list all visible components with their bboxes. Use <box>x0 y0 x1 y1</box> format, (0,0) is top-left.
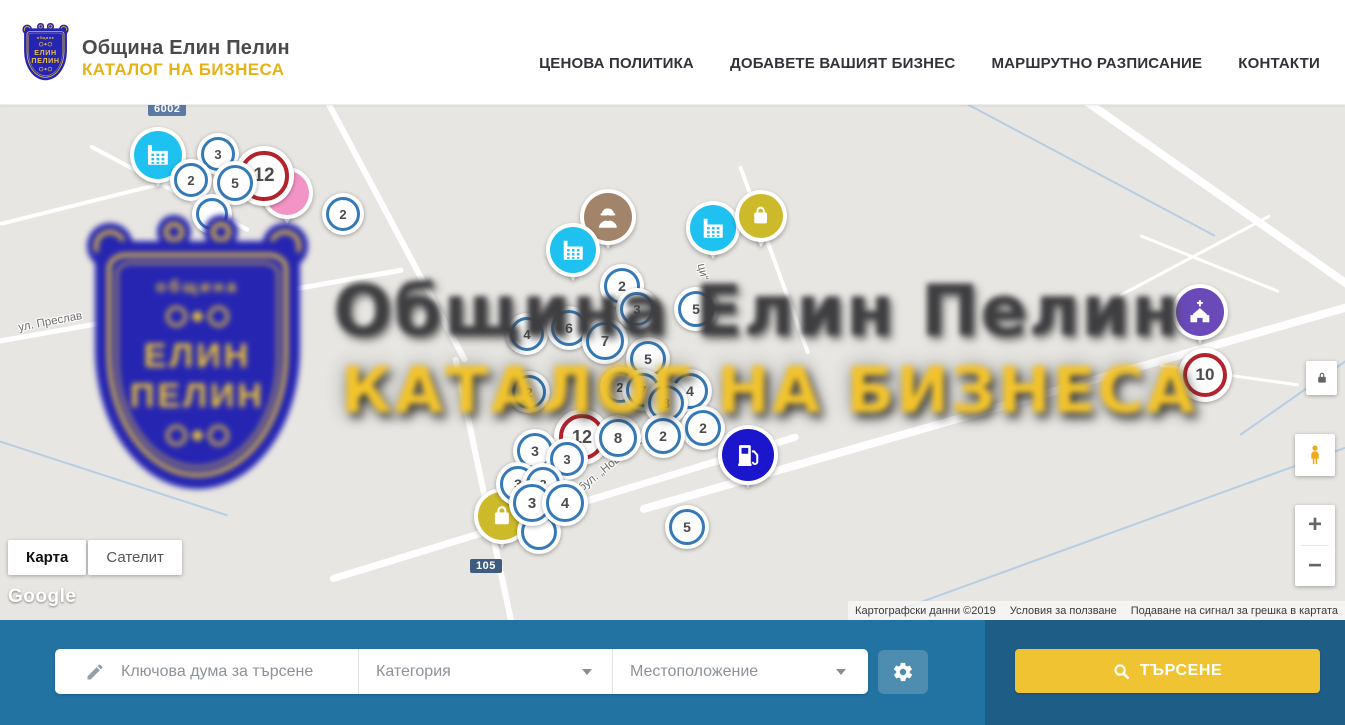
site-subtitle: КАТАЛОГ НА БИЗНЕСА <box>82 61 290 79</box>
chevron-down-icon <box>836 669 846 675</box>
map-cluster-marker[interactable]: 7 <box>582 318 628 364</box>
header: община ЕЛИН ПЕЛИН Община Е <box>0 0 1345 105</box>
gear-icon <box>892 661 914 683</box>
chevron-down-icon <box>582 669 592 675</box>
page: ул. Преслав бул. „Новоселци“ ци“ 6002 10… <box>0 0 1345 725</box>
map-attribution: Картографски данни ©2019 Условия за полз… <box>848 601 1345 620</box>
map-pin-bag[interactable] <box>738 193 784 239</box>
map-cluster-marker[interactable]: 2 <box>508 371 550 413</box>
logo-text: Община Елин Пелин КАТАЛОГ НА БИЗНЕСА <box>82 23 290 81</box>
map-cluster-marker[interactable]: 3 <box>616 288 658 330</box>
main-nav: ЦЕНОВА ПОЛИТИКА ДОБАВЕТЕ ВАШИЯТ БИЗНЕС М… <box>539 0 1320 104</box>
map-cluster-marker[interactable]: 5 <box>674 287 718 331</box>
map-pin-fuel[interactable] <box>721 428 775 482</box>
crest-name-line1: ЕЛИН <box>31 48 59 56</box>
map-type-map-button[interactable]: Карта <box>8 540 86 575</box>
map-pin-factory[interactable] <box>689 204 737 252</box>
search-button-label: ТЪРСЕНЕ <box>1140 662 1223 680</box>
advanced-search-button[interactable] <box>878 650 928 694</box>
map-cluster-marker[interactable]: 2 <box>681 406 725 450</box>
map-cluster-marker[interactable]: 10 <box>1178 348 1232 402</box>
location-select-value: Местоположение <box>630 663 758 681</box>
crest-name-line2: ПЕЛИН <box>31 57 59 65</box>
zoom-out-button[interactable]: − <box>1295 546 1335 586</box>
search-input[interactable] <box>119 662 358 682</box>
google-logo[interactable]: Google <box>8 586 76 608</box>
nav-item-add-business[interactable]: ДОБАВЕТЕ ВАШИЯТ БИЗНЕС <box>730 55 955 72</box>
site-logo[interactable]: община ЕЛИН ПЕЛИН Община Е <box>22 23 290 81</box>
nav-item-contacts[interactable]: КОНТАКТИ <box>1238 55 1320 72</box>
lock-icon <box>1315 371 1329 385</box>
map-cluster-marker[interactable]: 4 <box>506 313 548 355</box>
crest-top-text: община <box>37 36 54 40</box>
category-select-value: Категория <box>376 663 451 681</box>
map-cluster-marker[interactable]: 2 <box>641 414 685 458</box>
pencil-icon <box>85 662 105 682</box>
map-type-control: Карта Сателит <box>8 540 182 575</box>
nav-item-route-schedule[interactable]: МАРШРУТНО РАЗПИСАНИЕ <box>991 55 1202 72</box>
nav-item-pricing[interactable]: ЦЕНОВА ПОЛИТИКА <box>539 55 694 72</box>
site-title: Община Елин Пелин <box>82 38 290 59</box>
map-cluster-marker[interactable]: 5 <box>665 505 709 549</box>
map-markers: 32125223546752724822128333834510 <box>0 104 1345 620</box>
map-pin-factory[interactable] <box>549 226 597 274</box>
keyword-field[interactable] <box>55 649 358 694</box>
category-select[interactable]: Категория <box>359 649 612 694</box>
map-cluster-marker[interactable]: 4 <box>542 480 588 526</box>
google-map[interactable]: ул. Преслав бул. „Новоселци“ ци“ 6002 10… <box>0 104 1345 620</box>
location-select[interactable]: Местоположение <box>613 649 866 694</box>
logo-crest: община ЕЛИН ПЕЛИН <box>22 23 69 81</box>
map-cluster-marker[interactable] <box>192 194 232 234</box>
map-lock-button[interactable] <box>1306 361 1337 395</box>
map-pin-church[interactable] <box>1175 287 1225 337</box>
map-type-satellite-button[interactable]: Сателит <box>88 540 182 575</box>
search-fields: Категория Местоположение <box>55 649 868 694</box>
street-view-pegman-button[interactable] <box>1295 434 1335 476</box>
attribution-copyright: Картографски данни ©2019 <box>848 605 1003 617</box>
attribution-report-link[interactable]: Подаване на сигнал за грешка в картата <box>1124 605 1345 617</box>
search-button[interactable]: ТЪРСЕНЕ <box>1015 649 1320 693</box>
zoom-in-button[interactable]: + <box>1295 505 1335 545</box>
search-bar: Категория Местоположение ТЪРСЕНЕ <box>0 620 1345 725</box>
attribution-terms-link[interactable]: Условия за ползване <box>1003 605 1124 617</box>
pegman-icon <box>1304 442 1326 468</box>
map-cluster-marker[interactable]: 8 <box>595 415 641 461</box>
search-icon <box>1113 663 1130 680</box>
zoom-control: + − <box>1295 505 1335 586</box>
map-cluster-marker[interactable]: 2 <box>322 193 364 235</box>
